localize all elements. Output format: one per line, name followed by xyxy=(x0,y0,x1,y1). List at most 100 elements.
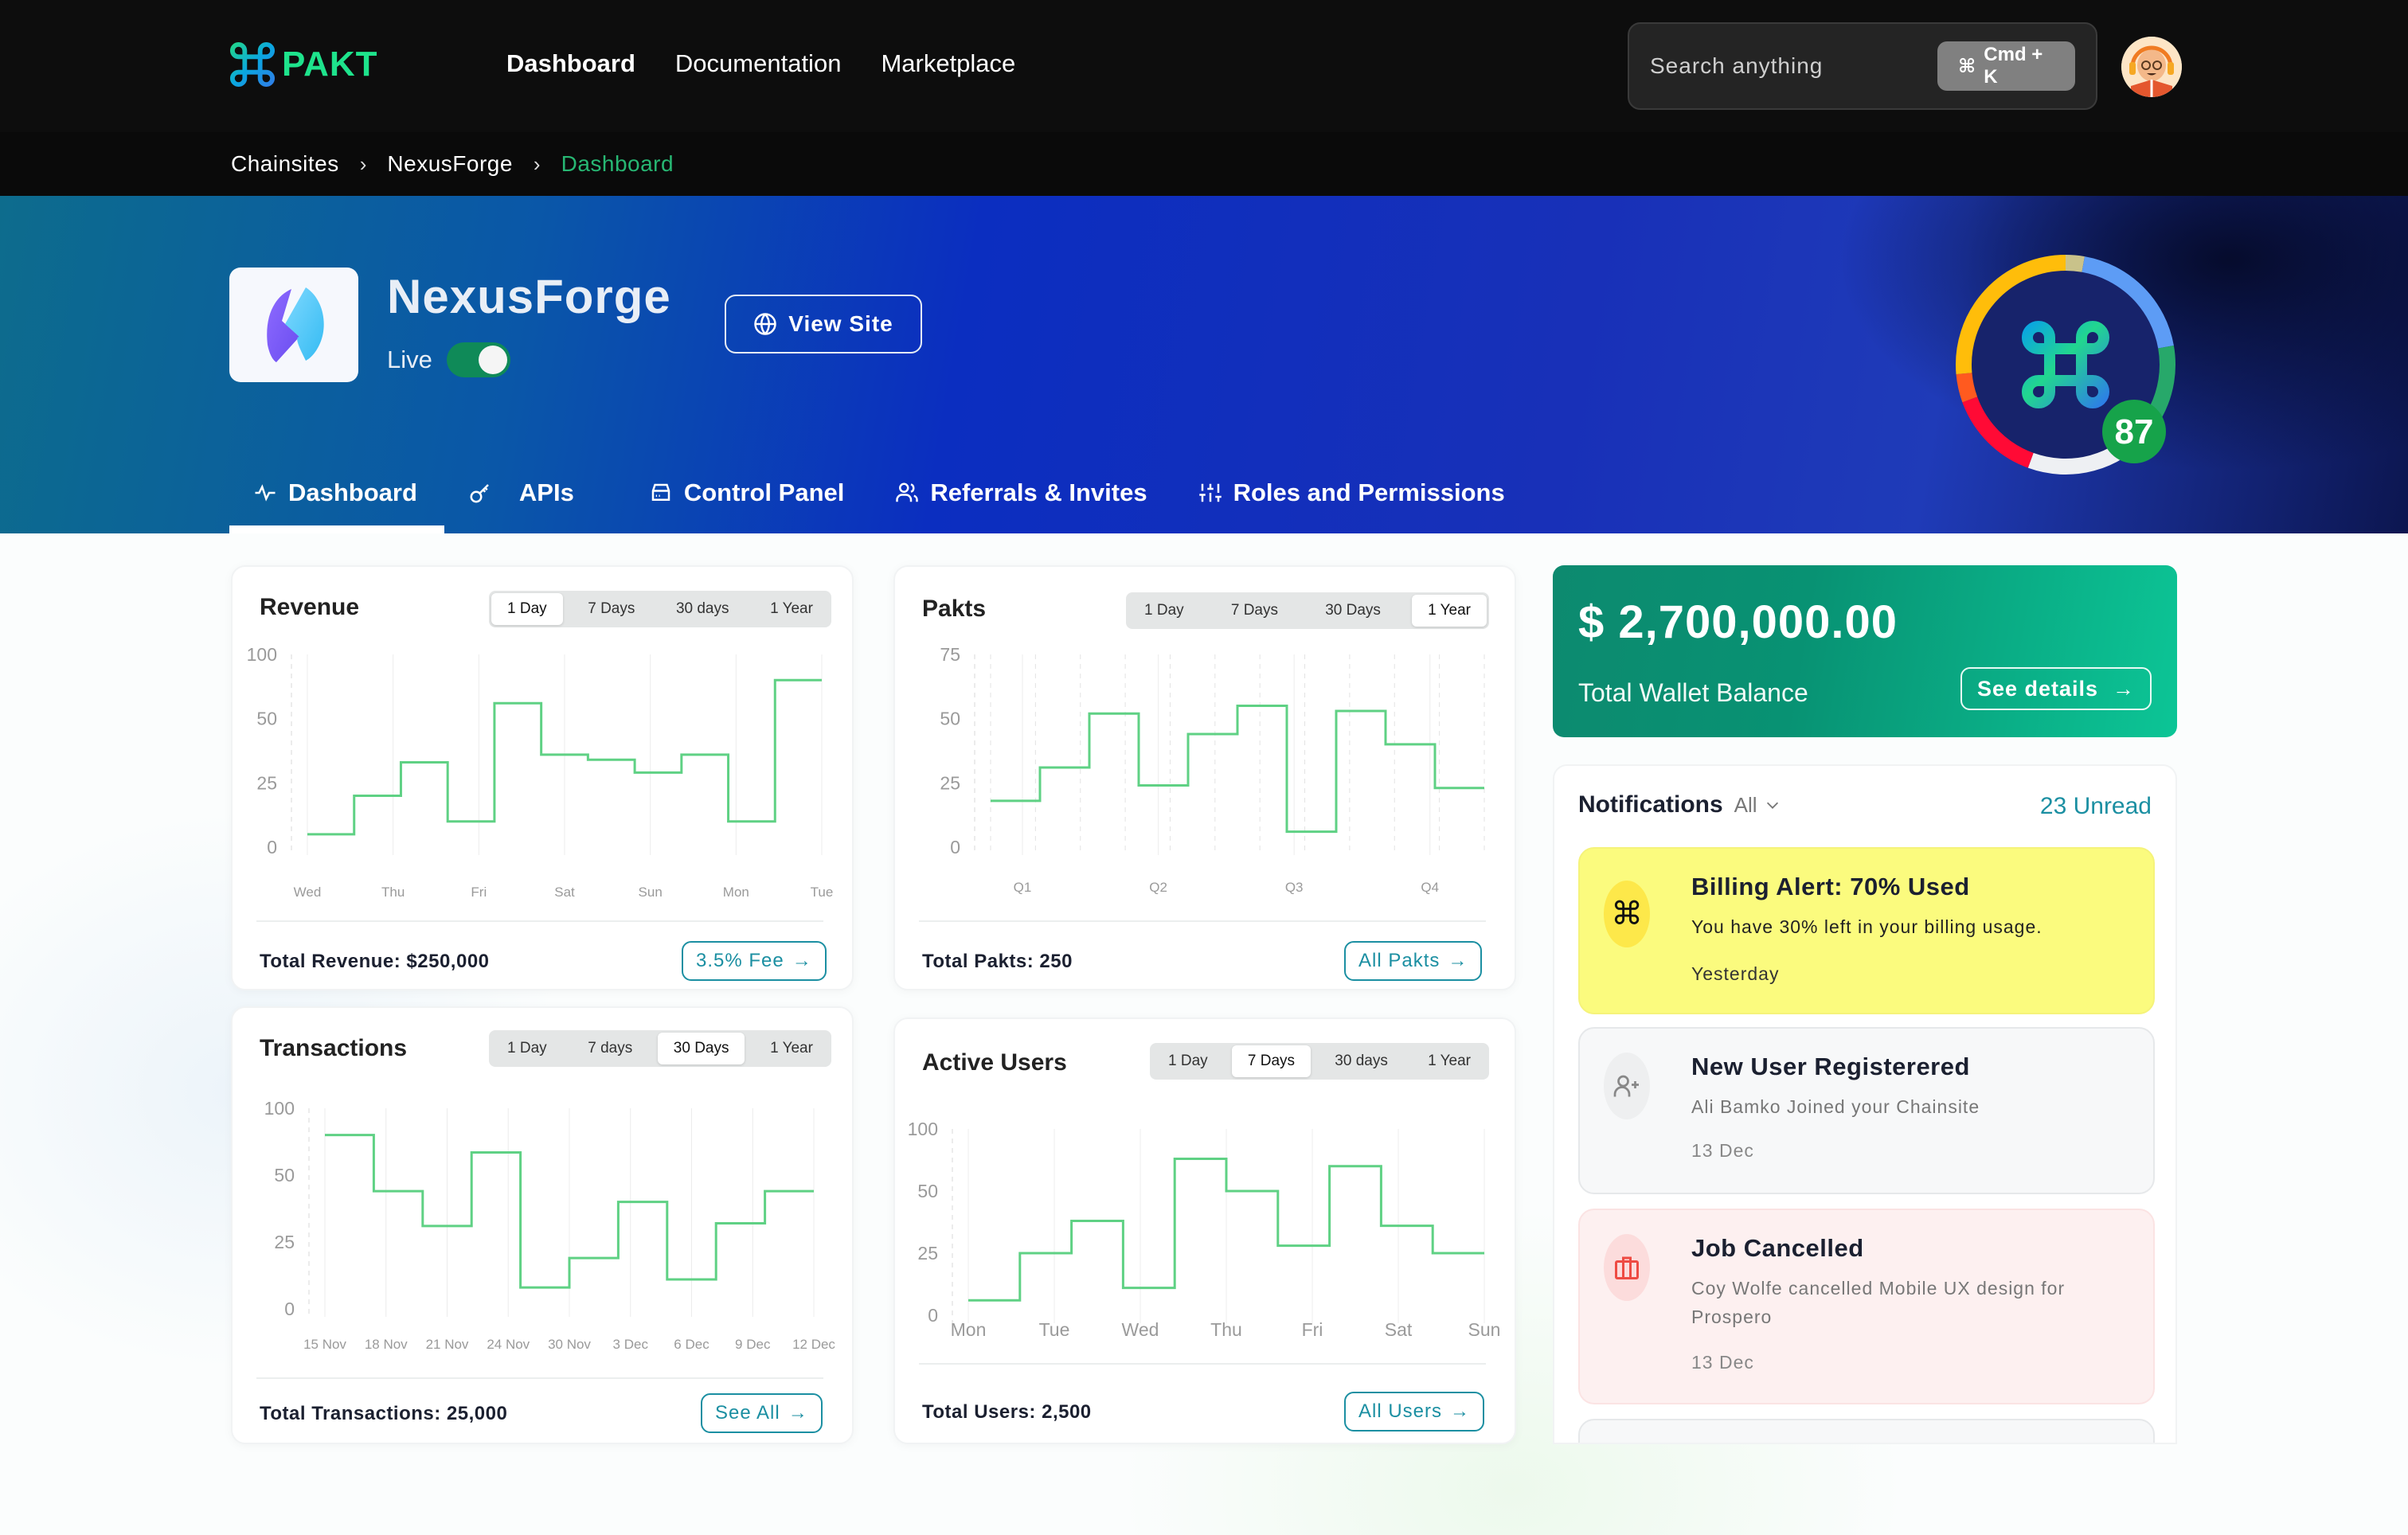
card-total: Total Users: 2,500 xyxy=(922,1401,1092,1423)
notification-time: Yesterday xyxy=(1691,963,1780,984)
shortcut-badge[interactable]: ⌘ Cmd + K xyxy=(1937,41,2075,91)
period-option[interactable]: 1 Day xyxy=(1128,595,1200,627)
period-option[interactable]: 1 Day xyxy=(491,1033,563,1064)
command-icon: ⌘ xyxy=(1958,55,1976,77)
period-selector: 1 Day 7 Days 30 days 1 Year xyxy=(1150,1043,1489,1080)
x-tick-label: Fri xyxy=(1302,1319,1323,1340)
live-label: Live xyxy=(387,346,432,373)
notifications-filter-dropdown[interactable]: All xyxy=(1734,793,1781,818)
card-divider xyxy=(919,1363,1486,1365)
period-option[interactable]: 1 Day xyxy=(1152,1045,1224,1077)
y-tick-label: 75 xyxy=(940,646,960,665)
notification-item[interactable] xyxy=(1578,1419,2155,1443)
y-tick-label: 100 xyxy=(908,1121,938,1139)
period-option[interactable]: 30 Days xyxy=(657,1033,745,1064)
brand-name: PAKT xyxy=(282,45,378,84)
view-site-button[interactable]: View Site xyxy=(725,295,922,353)
tab-label: Dashboard xyxy=(288,478,417,506)
x-tick-label: 15 Nov xyxy=(303,1337,346,1352)
active-users-card: Active Users 1 Day 7 Days 30 days 1 Year 0 25 5… xyxy=(893,1017,1516,1444)
sliders-icon xyxy=(1198,483,1222,502)
period-option[interactable]: 7 Days xyxy=(1231,1045,1312,1077)
notification-item[interactable]: New User Registerered Ali Bamko Joined y… xyxy=(1578,1027,2155,1194)
nexusforge-logo-icon xyxy=(267,287,324,362)
period-option[interactable]: 7 Days xyxy=(572,593,651,625)
search-input[interactable] xyxy=(1650,53,1937,79)
arrow-right-icon: → xyxy=(788,1402,808,1424)
x-tick-label: Thu xyxy=(381,885,405,900)
avatar-illustration-icon xyxy=(2121,37,2182,97)
breadcrumb-nexusforge[interactable]: NexusForge xyxy=(387,151,513,177)
notifications-header: Notifications All xyxy=(1578,791,1781,818)
period-option[interactable]: 1 Day xyxy=(491,593,563,625)
pakts-chart: 0 25 50 75 Q1 Q2 Q3 Q4 xyxy=(940,646,1485,895)
nav-documentation[interactable]: Documentation xyxy=(675,49,842,78)
tab-label: Referrals & Invites xyxy=(930,478,1147,506)
transactions-action-button[interactable]: See All → xyxy=(701,1393,823,1433)
period-option[interactable]: 1 Year xyxy=(1412,1045,1487,1077)
breadcrumb: Chainsites › NexusForge › Dashboard xyxy=(0,132,2408,196)
button-label: 3.5% Fee xyxy=(696,950,784,971)
period-option[interactable]: 30 days xyxy=(1319,1045,1404,1077)
period-selector: 1 Day 7 Days 30 Days 1 Year xyxy=(1126,592,1489,629)
y-tick-label: 0 xyxy=(950,837,960,857)
period-option[interactable]: 1 Year xyxy=(754,593,829,625)
tab-roles-permissions[interactable]: Roles and Permissions xyxy=(1175,460,1532,525)
chevron-right-icon: › xyxy=(359,151,367,176)
site-logo xyxy=(229,268,358,382)
active-users-action-button[interactable]: All Users → xyxy=(1344,1392,1485,1431)
tab-label: Control Panel xyxy=(683,478,845,506)
notification-time: 13 Dec xyxy=(1691,1352,1754,1373)
notification-title: New User Registerered xyxy=(1691,1053,1970,1080)
period-option[interactable]: 7 Days xyxy=(1215,595,1294,627)
x-tick-label: 6 Dec xyxy=(674,1337,710,1352)
notifications-panel: Notifications All 23 Unread ⌘ Billing Al… xyxy=(1553,764,2177,1444)
revenue-action-button[interactable]: 3.5% Fee → xyxy=(682,941,827,981)
live-toggle[interactable] xyxy=(446,342,510,377)
pakts-action-button[interactable]: All Pakts → xyxy=(1344,941,1483,981)
user-avatar[interactable] xyxy=(2121,37,2182,97)
button-label: All Users xyxy=(1358,1400,1443,1422)
x-tick-label: Mon xyxy=(951,1319,987,1340)
period-option[interactable]: 1 Year xyxy=(1412,595,1487,627)
gauge-blend-segment xyxy=(2065,255,2085,272)
notification-body: You have 30% left in your billing usage. xyxy=(1691,916,2042,937)
card-total: Total Revenue: $250,000 xyxy=(260,951,490,972)
tab-apis[interactable]: APIs xyxy=(444,460,601,525)
card-divider xyxy=(919,920,1486,922)
notification-item[interactable]: ⌘ Billing Alert: 70% Used You have 30% l… xyxy=(1578,847,2155,1014)
tab-dashboard[interactable]: Dashboard xyxy=(229,460,444,533)
breadcrumb-chainsites[interactable]: Chainsites xyxy=(231,151,339,177)
period-option[interactable]: 30 Days xyxy=(1309,595,1397,627)
nav-marketplace[interactable]: Marketplace xyxy=(881,49,1015,78)
view-site-label: View Site xyxy=(788,311,893,336)
x-tick-label: 18 Nov xyxy=(365,1337,408,1352)
card-divider xyxy=(256,920,823,922)
y-tick-label: 100 xyxy=(247,646,277,665)
wallet-amount: $ 2,700,000.00 xyxy=(1578,596,1898,648)
period-option[interactable]: 7 days xyxy=(572,1033,648,1064)
shortcut-label: Cmd + K xyxy=(1984,44,2043,88)
arrow-right-icon: → xyxy=(1448,950,1468,971)
search-box[interactable]: ⌘ Cmd + K xyxy=(1628,22,2097,110)
notification-icon-wrap xyxy=(1604,1053,1650,1119)
button-label: All Pakts xyxy=(1358,950,1440,971)
nav-dashboard[interactable]: Dashboard xyxy=(506,49,635,78)
pakt-logo[interactable]: PAKT xyxy=(229,41,378,88)
notification-item[interactable]: Job Cancelled Coy Wolfe cancelled Mobile… xyxy=(1578,1209,2155,1404)
notification-icon-wrap: ⌘ xyxy=(1604,881,1650,947)
period-option[interactable]: 1 Year xyxy=(754,1033,829,1064)
notification-time: 13 Dec xyxy=(1691,1140,1754,1161)
x-tick-label: Wed xyxy=(1122,1319,1159,1340)
tab-referrals[interactable]: Referrals & Invites xyxy=(871,460,1174,525)
period-option[interactable]: 30 days xyxy=(660,593,745,625)
y-tick-label: 100 xyxy=(264,1100,295,1119)
x-tick-label: Fri xyxy=(471,885,487,900)
unread-count-link[interactable]: 23 Unread xyxy=(2040,793,2152,820)
notification-body: Coy Wolfe cancelled Mobile UX design for… xyxy=(1691,1278,2066,1327)
users-icon xyxy=(896,482,919,502)
tab-control-panel[interactable]: Control Panel xyxy=(625,460,872,525)
x-tick-label: Q1 xyxy=(1014,880,1032,895)
see-details-button[interactable]: See details → xyxy=(1960,667,2152,710)
x-tick-label: 3 Dec xyxy=(613,1337,649,1352)
